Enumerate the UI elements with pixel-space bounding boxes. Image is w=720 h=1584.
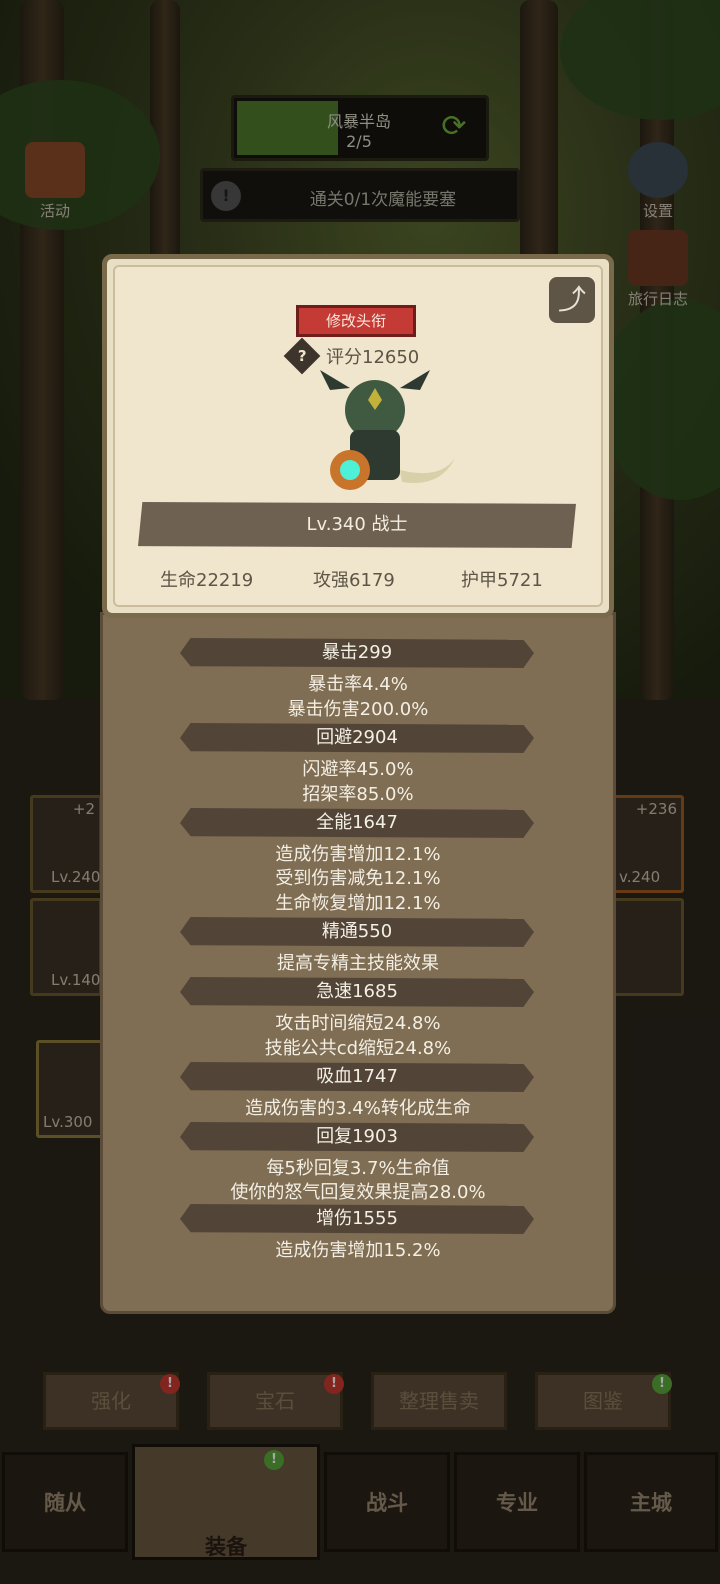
stat-header-mastery: 精通550: [180, 917, 534, 947]
stat-line: 闪避率45.0%: [302, 759, 414, 780]
change-title-button[interactable]: 修改头衔: [296, 305, 416, 337]
level-class-bar: Lv.340 战士: [138, 502, 576, 548]
stat-line: 攻击时间缩短24.8%: [275, 1013, 441, 1034]
stat-line: 技能公共cd缩短24.8%: [264, 1038, 452, 1059]
stat-line: 造成伤害增加15.2%: [275, 1240, 441, 1261]
score-text: 评分12650: [326, 347, 420, 368]
stat-header-regen: 回复1903: [180, 1122, 534, 1152]
armor-stat: 护甲5721: [461, 570, 543, 591]
stat-line: 提高专精主技能效果: [277, 953, 439, 974]
stat-line: 招架率85.0%: [302, 784, 414, 805]
stat-line: 使你的怒气回复效果提高28.0%: [230, 1182, 486, 1203]
stat-header-haste: 急速1685: [180, 977, 534, 1007]
stat-header-lifesteal: 吸血1747: [180, 1062, 534, 1092]
stat-header-versatility: 全能1647: [180, 808, 534, 838]
stat-line: 每5秒回复3.7%生命值: [266, 1158, 450, 1179]
stat-line: 暴击伤害200.0%: [287, 699, 429, 720]
hero-avatar: [320, 370, 455, 490]
stat-header-avoid: 回避2904: [180, 723, 534, 753]
stat-line: 受到伤害减免12.1%: [275, 868, 441, 889]
stat-line: 造成伤害的3.4%转化成生命: [245, 1098, 471, 1119]
stat-line: 暴击率4.4%: [308, 674, 408, 695]
stat-header-damage-bonus: 增伤1555: [180, 1204, 534, 1234]
stat-header-crit: 暴击299: [180, 638, 534, 668]
stat-line: 造成伤害增加12.1%: [275, 844, 441, 865]
stat-line: 生命恢复增加12.1%: [275, 893, 441, 914]
share-icon[interactable]: ⤴: [549, 277, 595, 323]
hp-stat: 生命22219: [160, 570, 254, 591]
attack-stat: 攻强6179: [313, 570, 395, 591]
